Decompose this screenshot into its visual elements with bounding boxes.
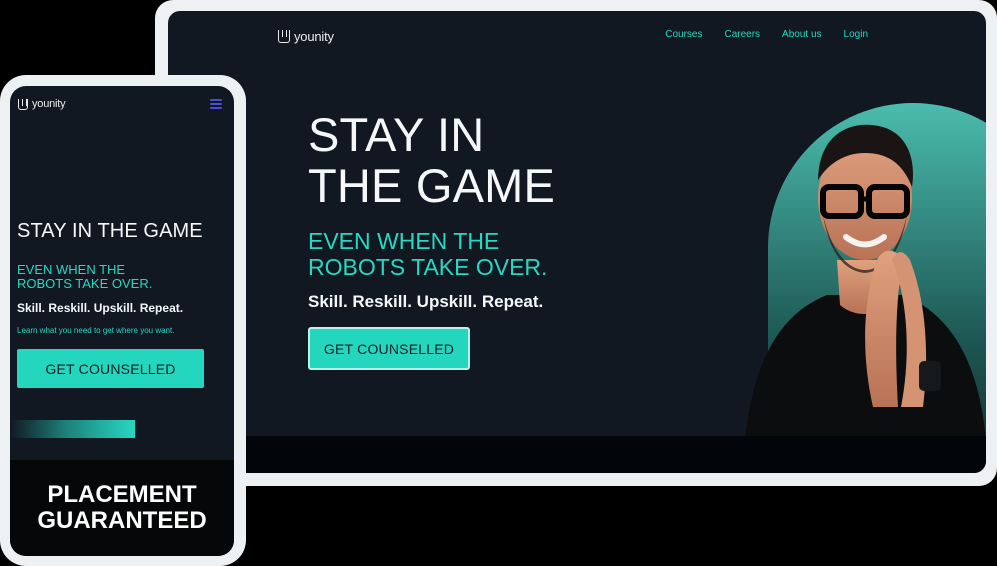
nav-login-link[interactable]: Login <box>844 29 868 40</box>
mobile-hero-subtitle-line-1: EVEN WHEN THE <box>17 262 126 277</box>
hero-person-image <box>745 124 986 440</box>
desktop-bottom-section <box>168 436 986 473</box>
desktop-logo[interactable]: younity <box>278 29 334 44</box>
nav-about-link[interactable]: About us <box>782 29 821 40</box>
mobile-hero-tagline: Skill. Reskill. Upskill. Repeat. <box>17 301 184 315</box>
device-mockup-stage: younity Courses Careers About us Login S… <box>0 0 997 566</box>
desktop-hero: STAY IN THE GAME EVEN WHEN THE ROBOTS TA… <box>308 109 668 370</box>
desktop-hero-subtitle: EVEN WHEN THE ROBOTS TAKE OVER. <box>308 228 668 280</box>
placement-guaranteed-banner: PLACEMENT GUARANTEED <box>10 460 234 556</box>
mobile-brand-name: younity <box>32 98 66 110</box>
desktop-navbar: younity Courses Careers About us Login <box>168 11 986 61</box>
mobile-accent-bar <box>10 420 135 438</box>
desktop-brand-name: younity <box>294 29 334 44</box>
desktop-hero-subtitle-line-2: ROBOTS TAKE OVER. <box>308 254 548 280</box>
desktop-screen: younity Courses Careers About us Login S… <box>168 11 986 473</box>
desktop-nav-links: Courses Careers About us Login <box>665 29 868 40</box>
hamburger-icon[interactable] <box>210 99 222 109</box>
desktop-hero-subtitle-line-1: EVEN WHEN THE <box>308 228 500 254</box>
desktop-hero-title: STAY IN THE GAME <box>308 109 668 211</box>
mobile-get-counselled-button[interactable]: GET COUNSELLED <box>17 349 204 388</box>
mobile-hero-small-text: Learn what you need to get where you wan… <box>17 326 175 335</box>
nav-careers-link[interactable]: Careers <box>724 29 760 40</box>
desktop-get-counselled-button[interactable]: GET COUNSELLED <box>308 327 470 370</box>
desktop-hero-title-line-1: STAY IN <box>308 108 485 161</box>
placement-banner-line-2: GUARANTEED <box>37 507 207 534</box>
desktop-hero-title-line-2: THE GAME <box>308 159 556 212</box>
younity-logo-icon <box>18 98 28 110</box>
nav-courses-link[interactable]: Courses <box>665 29 702 40</box>
mobile-logo[interactable]: younity <box>18 98 66 110</box>
mobile-hero-subtitle: EVEN WHEN THE ROBOTS TAKE OVER. <box>17 263 217 291</box>
mobile-hero-subtitle-line-2: ROBOTS TAKE OVER. <box>17 276 153 291</box>
desktop-hero-tagline: Skill. Reskill. Upskill. Repeat. <box>308 292 544 311</box>
younity-logo-icon <box>278 30 290 43</box>
mobile-screen: younity STAY IN THE GAME EVEN WHEN THE R… <box>10 86 234 556</box>
placement-banner-line-1: PLACEMENT <box>47 481 197 508</box>
mobile-hero-title: STAY IN THE GAME <box>17 220 203 242</box>
